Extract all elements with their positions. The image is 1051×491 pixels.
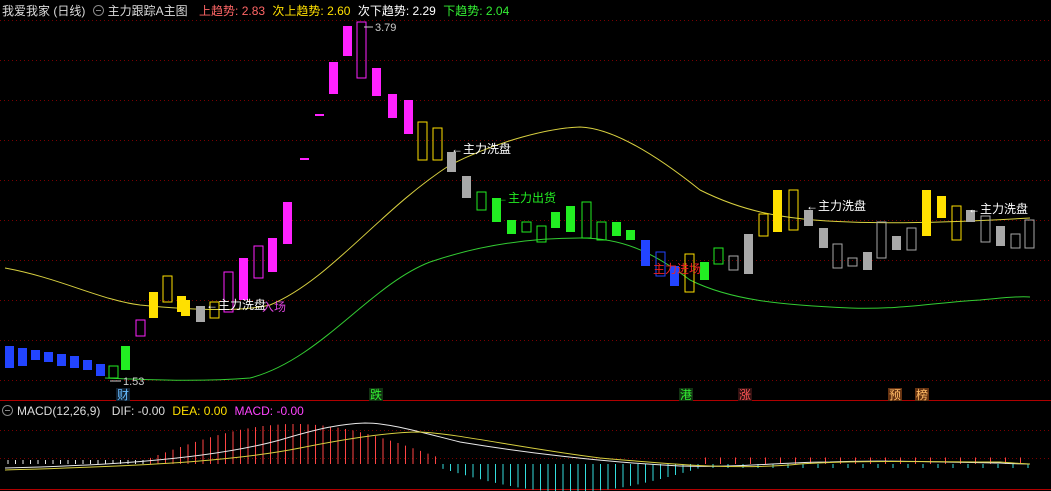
macd-value: MACD: -0.00: [234, 404, 304, 418]
macd-header: MACD(12,26,9) DIF: -0.00 DEA: 0.00 MACD:…: [2, 404, 308, 418]
candle-50: [713, 247, 724, 265]
marker-zhang: 涨: [739, 387, 751, 402]
candle-27: [372, 68, 381, 96]
candle-21: [283, 202, 292, 244]
candle-10: [135, 319, 146, 337]
marker-bang: 榜: [916, 387, 928, 402]
subup-trend-value: 2.60: [327, 4, 351, 18]
settings-circle-icon: [2, 405, 13, 416]
annotation-wash-4: ←主力洗盘: [968, 201, 1028, 216]
candle-41: [581, 201, 592, 239]
candle-9: [121, 346, 130, 370]
macd-title[interactable]: MACD(12,26,9): [2, 404, 104, 418]
candle-64: [922, 190, 931, 236]
candle-51: [728, 255, 739, 271]
low-price-label: 1.53: [123, 376, 144, 388]
upper-trend-line: [4, 126, 1031, 310]
candle-40: [566, 206, 575, 232]
candle-5: [70, 356, 79, 368]
candle-49: [700, 262, 709, 280]
macd-dif: DIF: -0.00: [111, 404, 166, 418]
candle-57: [819, 228, 828, 248]
up-trend-label: 上趋势:: [199, 4, 239, 18]
candle-20: [268, 238, 277, 272]
candle-63: [906, 227, 917, 251]
candle-8: [108, 365, 119, 379]
candle-39: [551, 212, 560, 228]
candle-36: [507, 220, 516, 234]
high-price-label: 3.79: [375, 22, 396, 34]
candle-23: [315, 114, 324, 116]
subdown-trend-label: 次下趋势:: [357, 4, 410, 18]
macd-dea: DEA: 0.00: [172, 404, 228, 418]
stock-name[interactable]: 我爱我家 (日线): [2, 4, 85, 18]
annotation-distribution: ←主力出货: [496, 190, 556, 205]
candle-59: [847, 257, 858, 267]
candle-14: [181, 300, 190, 316]
candle-1: [18, 348, 27, 366]
candle-70: [1010, 233, 1021, 249]
candle-31: [432, 127, 443, 161]
candle-71: [1024, 219, 1035, 249]
subdown-trend-value: 2.29: [412, 4, 436, 18]
chart-header: 我爱我家 (日线) 主力跟踪A主图 上趋势: 2.83 次上趋势: 2.60 次…: [2, 2, 513, 18]
candle-52: [744, 234, 753, 274]
indicator-name[interactable]: 主力跟踪A主图: [92, 4, 192, 18]
candle-19: [253, 245, 264, 279]
candle-28: [388, 94, 397, 118]
candle-0: [5, 346, 14, 368]
candle-33: [462, 176, 471, 198]
candle-24: [329, 62, 338, 94]
candle-66: [951, 205, 962, 241]
candle-34: [476, 191, 487, 211]
candle-18: [239, 258, 248, 300]
down-trend-value: 2.04: [485, 4, 510, 18]
candle-30: [417, 121, 428, 161]
settings-circle-icon: [92, 5, 104, 16]
candle-12: [162, 275, 173, 303]
subup-trend-label: 次上趋势:: [272, 4, 324, 18]
candle-43: [612, 222, 621, 236]
candle-54: [773, 190, 782, 232]
candle-4: [57, 354, 66, 366]
candle-61: [876, 221, 887, 259]
candle-37: [521, 221, 532, 233]
candle-3: [44, 352, 53, 362]
candle-65: [937, 196, 946, 218]
candle-58: [832, 243, 843, 269]
annotation-wash-1: ←主力洗盘: [206, 297, 266, 312]
marker-gang: 港: [680, 388, 692, 402]
candle-42: [596, 221, 607, 241]
candle-29: [404, 100, 413, 134]
candle-44: [626, 230, 635, 240]
candle-26: [356, 21, 367, 79]
annotation-entry: 入场: [262, 300, 286, 314]
up-trend-value: 2.83: [241, 4, 266, 18]
candle-55: [788, 189, 799, 231]
candle-7: [96, 364, 105, 376]
candle-25: [343, 26, 352, 56]
candle-6: [83, 360, 92, 370]
marker-cai: 财: [117, 388, 129, 402]
annotation-entry-2: 主力进场: [653, 262, 701, 276]
annotation-wash-2: ←主力洗盘: [451, 141, 511, 156]
candle-62: [892, 236, 901, 250]
candle-2: [31, 350, 40, 360]
candle-45: [641, 240, 650, 266]
candle-53: [758, 213, 769, 237]
candle-11: [149, 292, 158, 318]
candle-69: [996, 226, 1005, 246]
candle-60: [863, 252, 872, 270]
candle-22: [300, 158, 309, 160]
marker-yu: 预: [889, 388, 901, 402]
annotation-wash-3: ←主力洗盘: [806, 198, 866, 213]
marker-die: 跌: [370, 387, 382, 402]
down-trend-label: 下趋势:: [443, 4, 483, 18]
candle-15: [196, 306, 205, 322]
